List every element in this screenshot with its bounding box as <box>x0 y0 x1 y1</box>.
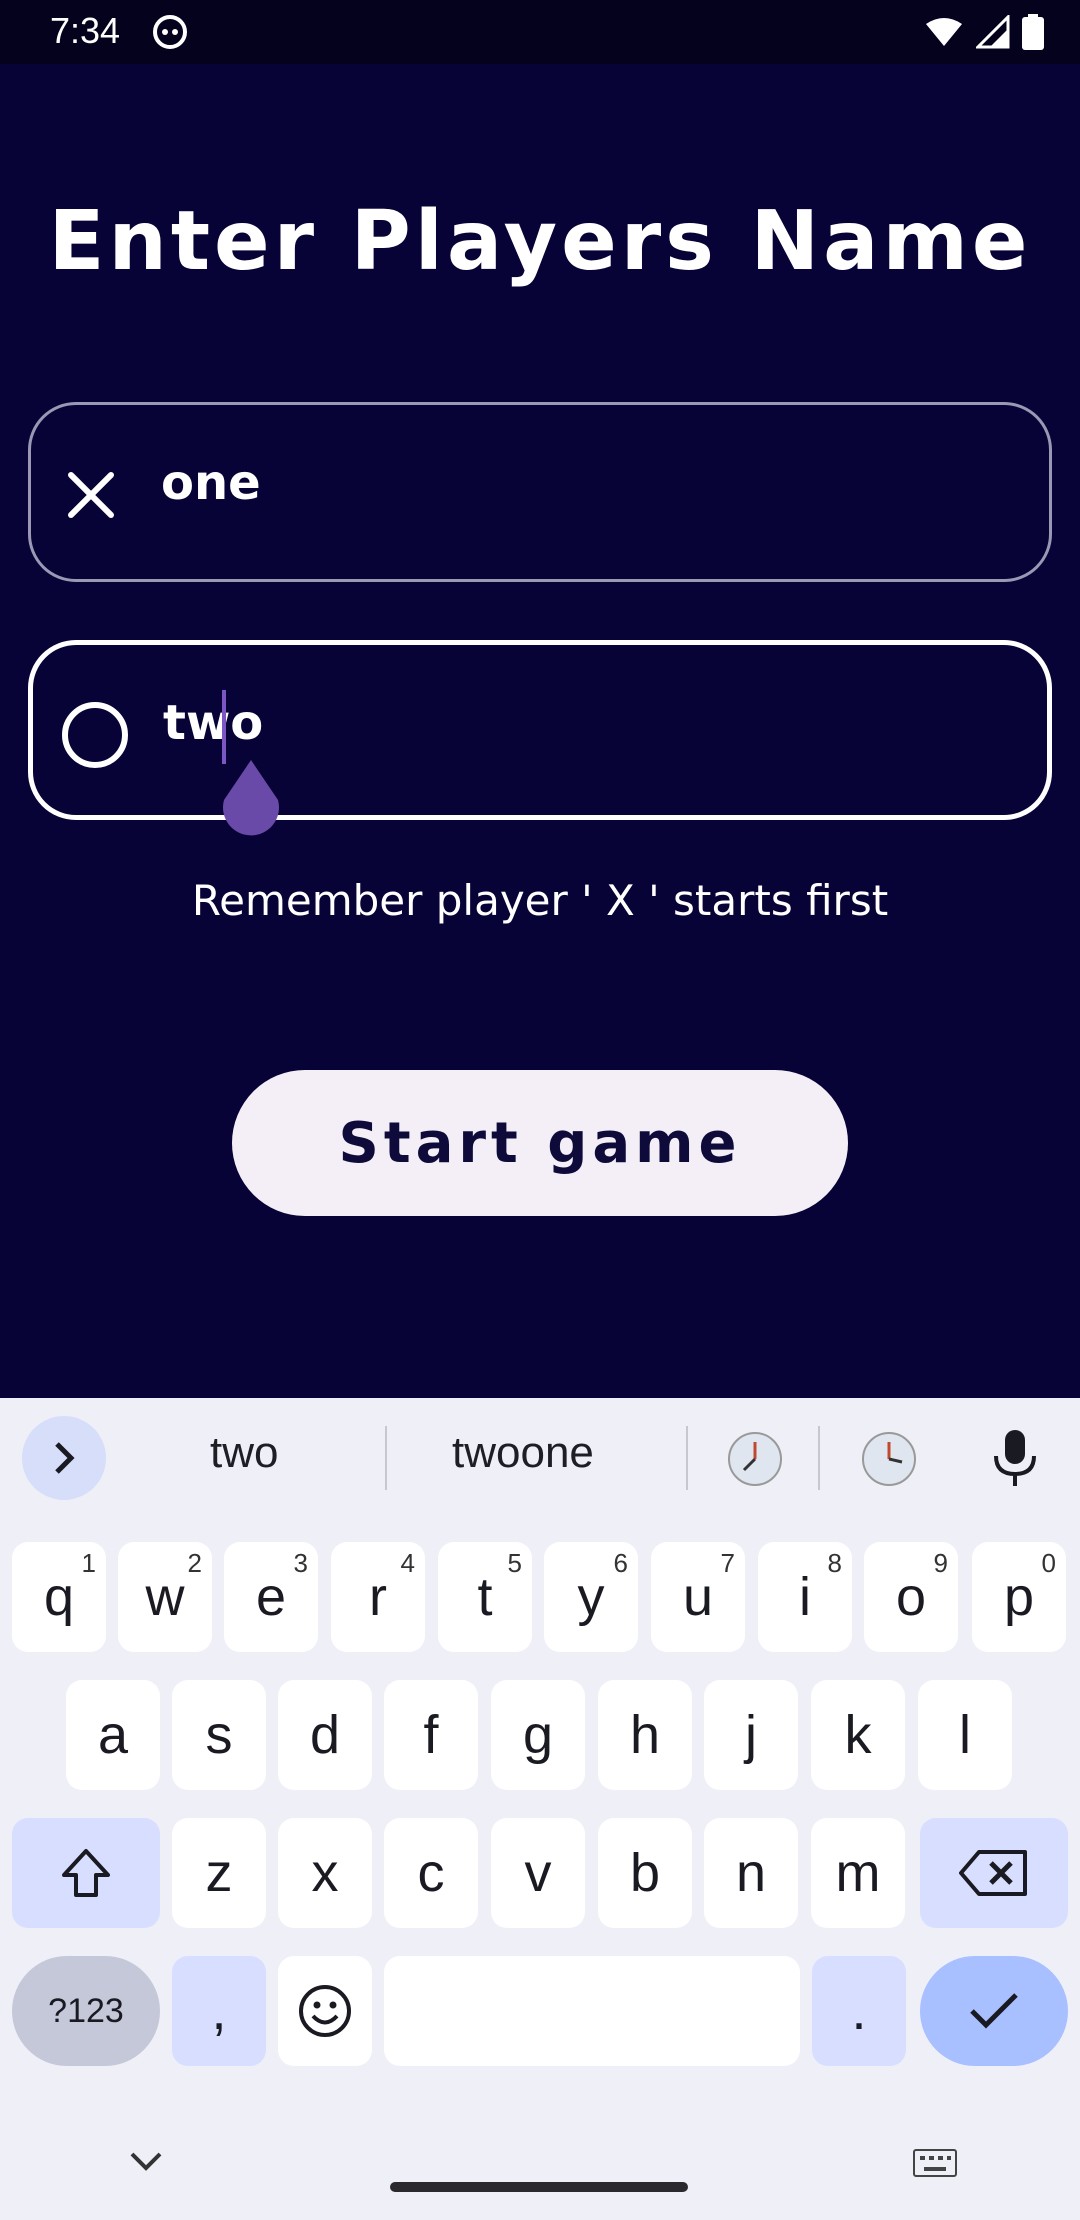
wifi-icon <box>926 18 962 46</box>
key-a[interactable]: a <box>66 1680 160 1790</box>
key-e[interactable]: e3 <box>224 1542 318 1652</box>
key-c[interactable]: c <box>384 1818 478 1928</box>
text-cursor <box>222 690 226 764</box>
comma-key[interactable]: , <box>172 1956 266 2066</box>
key-u[interactable]: u7 <box>651 1542 745 1652</box>
key-d[interactable]: d <box>278 1680 372 1790</box>
key-t[interactable]: t5 <box>438 1542 532 1652</box>
key-v[interactable]: v <box>491 1818 585 1928</box>
circle-icon <box>62 702 128 768</box>
key-w[interactable]: w2 <box>118 1542 212 1652</box>
shift-key[interactable] <box>12 1818 160 1928</box>
signal-icon <box>976 15 1010 49</box>
key-z[interactable]: z <box>172 1818 266 1928</box>
keyboard-switch-icon[interactable] <box>912 2148 958 2178</box>
status-time: 7:34 <box>50 10 121 51</box>
status-bar: 7:34 <box>0 0 1080 64</box>
key-l[interactable]: l <box>918 1680 1012 1790</box>
cursor-handle-icon[interactable] <box>220 760 282 840</box>
clock-emoji-icon[interactable] <box>726 1430 784 1488</box>
symbols-key[interactable]: ?123 <box>12 1956 160 2066</box>
chevron-right-icon <box>55 1442 75 1474</box>
player-one-field[interactable]: one <box>28 402 1052 582</box>
key-k[interactable]: k <box>811 1680 905 1790</box>
page-title: Enter Players Name <box>48 194 1032 289</box>
key-y[interactable]: y6 <box>544 1542 638 1652</box>
suggestion-bar: two twoone <box>0 1398 1080 1518</box>
suggestion-1[interactable]: two <box>210 1428 278 1478</box>
suggestion-2[interactable]: twoone <box>452 1428 594 1478</box>
period-key[interactable]: . <box>812 1956 906 2066</box>
key-h[interactable]: h <box>598 1680 692 1790</box>
key-r[interactable]: r4 <box>331 1542 425 1652</box>
expand-toolbar-button[interactable] <box>22 1416 106 1500</box>
soft-keyboard: two twoone q1 w2 e3 r4 t5 y6 u7 i8 o9 p0… <box>0 1398 1080 2220</box>
backspace-icon <box>959 1850 1027 1896</box>
key-q[interactable]: q1 <box>12 1542 106 1652</box>
key-n[interactable]: n <box>704 1818 798 1928</box>
done-key[interactable] <box>920 1956 1068 2066</box>
hide-keyboard-icon[interactable] <box>128 2150 164 2174</box>
hint-text: Remember player ' X ' starts first <box>191 876 889 925</box>
key-p[interactable]: p0 <box>972 1542 1066 1652</box>
player-one-name[interactable]: one <box>161 455 261 511</box>
player-two-field[interactable]: two <box>28 640 1052 820</box>
shift-icon <box>62 1849 110 1897</box>
key-m[interactable]: m <box>811 1818 905 1928</box>
emoji-icon <box>299 1985 351 2037</box>
clock-emoji-icon-2[interactable] <box>860 1430 918 1488</box>
key-i[interactable]: i8 <box>758 1542 852 1652</box>
home-indicator[interactable] <box>390 2182 688 2192</box>
key-f[interactable]: f <box>384 1680 478 1790</box>
key-g[interactable]: g <box>491 1680 585 1790</box>
app-screen: Enter Players Name one two Remember play… <box>0 64 1080 1398</box>
emoji-key[interactable] <box>278 1956 372 2066</box>
microphone-icon[interactable] <box>990 1428 1040 1488</box>
player-two-name[interactable]: two <box>163 695 263 751</box>
battery-icon <box>1022 14 1044 50</box>
checkmark-icon <box>970 1993 1018 2029</box>
x-icon <box>68 472 114 518</box>
key-o[interactable]: o9 <box>864 1542 958 1652</box>
app-notification-icon <box>153 15 187 49</box>
start-game-button[interactable]: Start game <box>232 1070 848 1216</box>
key-s[interactable]: s <box>172 1680 266 1790</box>
key-j[interactable]: j <box>704 1680 798 1790</box>
space-key[interactable] <box>384 1956 800 2066</box>
backspace-key[interactable] <box>920 1818 1068 1928</box>
key-x[interactable]: x <box>278 1818 372 1928</box>
key-b[interactable]: b <box>598 1818 692 1928</box>
